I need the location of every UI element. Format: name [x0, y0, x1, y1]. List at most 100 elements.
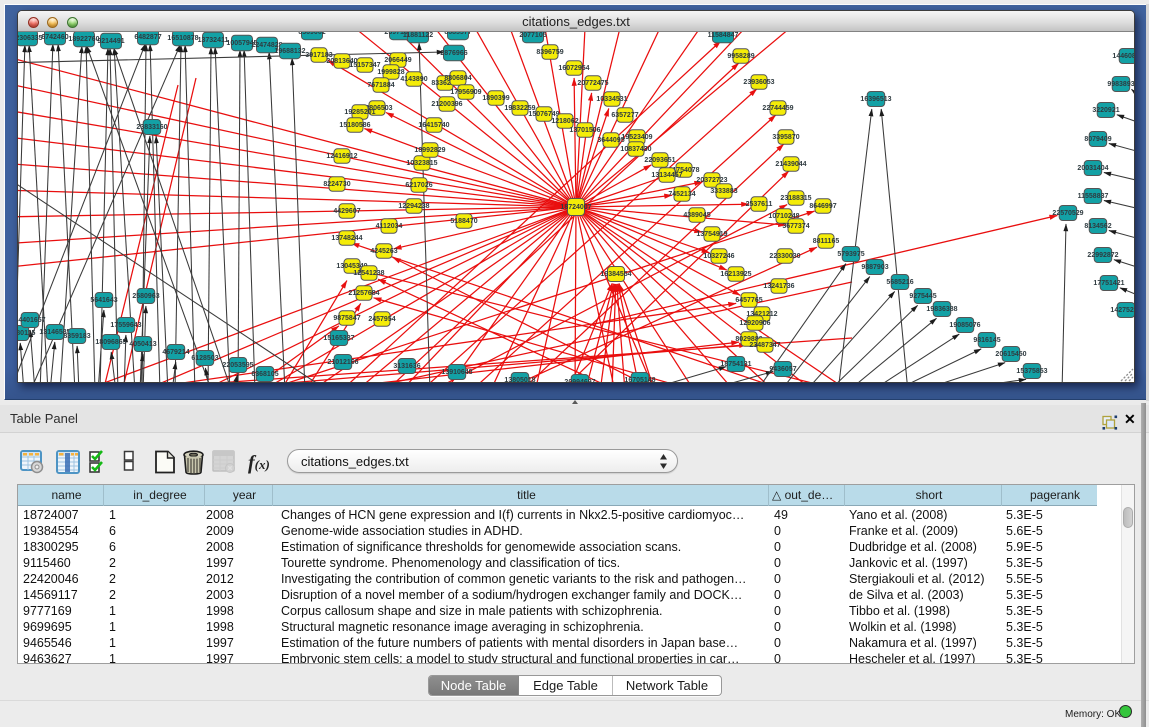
svg-text:20580115: 20580115 — [18, 330, 35, 337]
svg-text:5641643: 5641643 — [90, 297, 117, 304]
svg-text:13748244: 13748244 — [331, 235, 362, 242]
svg-text:2580963: 2580963 — [132, 293, 159, 300]
svg-text:21439044: 21439044 — [775, 161, 806, 168]
svg-text:13732411: 13732411 — [198, 37, 229, 44]
svg-text:9816145: 9816145 — [973, 337, 1000, 344]
svg-text:23936053: 23936053 — [743, 79, 774, 86]
svg-text:15180586: 15180586 — [339, 122, 370, 129]
svg-text:8134562: 8134562 — [1084, 223, 1111, 230]
svg-text:6457765: 6457765 — [735, 297, 762, 304]
svg-text:15157347: 15157347 — [349, 62, 380, 69]
svg-text:13754919: 13754919 — [696, 231, 727, 238]
svg-text:23487347: 23487347 — [749, 342, 780, 349]
svg-text:16415740: 16415740 — [418, 122, 449, 129]
svg-text:4679214: 4679214 — [162, 349, 189, 356]
svg-text:4245263: 4245263 — [370, 248, 397, 255]
svg-text:9275445: 9275445 — [909, 293, 936, 300]
svg-text:13701506: 13701506 — [569, 127, 600, 134]
svg-text:6368105: 6368105 — [251, 371, 278, 378]
svg-text:19085076: 19085076 — [949, 322, 980, 329]
svg-text:6217026: 6217026 — [405, 182, 432, 189]
svg-text:21012166: 21012166 — [327, 359, 358, 366]
svg-text:15076749: 15076749 — [528, 111, 559, 118]
svg-text:7452134: 7452134 — [668, 191, 695, 198]
svg-text:22093651: 22093651 — [644, 157, 675, 164]
svg-text:9958289: 9958289 — [727, 53, 754, 60]
svg-text:22992872: 22992872 — [1087, 252, 1118, 259]
svg-text:17956909: 17956909 — [450, 89, 481, 96]
svg-text:12541238: 12541238 — [353, 270, 384, 277]
svg-text:19688132: 19688132 — [274, 48, 305, 55]
svg-text:5685216: 5685216 — [886, 279, 913, 286]
svg-text:8646997: 8646997 — [809, 203, 836, 210]
svg-text:7671884: 7671884 — [367, 82, 394, 89]
svg-text:20031404: 20031404 — [1077, 165, 1108, 172]
svg-text:20615450: 20615450 — [995, 351, 1026, 358]
svg-text:9983893: 9983893 — [1107, 81, 1134, 88]
svg-text:18992829: 18992829 — [414, 147, 445, 154]
svg-text:8079409: 8079409 — [1084, 136, 1111, 143]
svg-text:3131636: 3131636 — [393, 363, 420, 370]
svg-text:9875847: 9875847 — [333, 315, 360, 322]
svg-text:2066449: 2066449 — [384, 57, 411, 64]
svg-text:22570529: 22570529 — [1052, 210, 1083, 217]
svg-text:8224730: 8224730 — [323, 181, 350, 188]
svg-text:11558837: 11558837 — [1078, 193, 1109, 200]
svg-text:9214491: 9214491 — [97, 38, 124, 45]
svg-text:3395870: 3395870 — [772, 134, 799, 141]
svg-text:2077105: 2077105 — [519, 32, 546, 39]
svg-text:1218062: 1218062 — [551, 118, 578, 125]
svg-text:8685577: 8685577 — [444, 32, 471, 36]
svg-text:4143890: 4143890 — [400, 76, 427, 83]
svg-text:22330030: 22330030 — [769, 253, 800, 260]
svg-text:16705148: 16705148 — [624, 377, 655, 382]
svg-text:8369062: 8369062 — [298, 32, 325, 36]
svg-text:14275203: 14275203 — [1110, 307, 1134, 314]
svg-text:20994697: 20994697 — [564, 379, 595, 382]
svg-text:22053595: 22053595 — [222, 362, 253, 369]
svg-text:16510878: 16510878 — [167, 35, 198, 42]
svg-text:18724007: 18724007 — [560, 204, 591, 211]
svg-text:8811165: 8811165 — [813, 238, 840, 245]
svg-text:23188315: 23188315 — [780, 195, 811, 202]
svg-text:11584847: 11584847 — [708, 32, 739, 39]
svg-text:4050413: 4050413 — [129, 341, 156, 348]
svg-text:18096865: 18096865 — [95, 339, 126, 346]
svg-text:4389045: 4389045 — [683, 212, 710, 219]
svg-text:20772475: 20772475 — [577, 80, 608, 87]
svg-text:9436057: 9436057 — [769, 366, 796, 373]
svg-text:20372723: 20372723 — [696, 177, 727, 184]
svg-text:5188470: 5188470 — [450, 218, 477, 225]
svg-text:3333883: 3333883 — [710, 188, 737, 195]
svg-text:13241736: 13241736 — [763, 283, 794, 290]
svg-text:17751421: 17751421 — [1093, 280, 1124, 287]
svg-text:16396513: 16396513 — [860, 96, 891, 103]
svg-text:14460856: 14460856 — [1112, 53, 1134, 60]
svg-text:22306335: 22306335 — [18, 35, 43, 42]
svg-text:12294238: 12294238 — [398, 203, 429, 210]
svg-text:8396759: 8396759 — [536, 49, 563, 56]
svg-text:23833160: 23833160 — [136, 124, 167, 131]
svg-text:2876966: 2876966 — [440, 50, 467, 57]
svg-text:4429607: 4429607 — [333, 208, 360, 215]
svg-text:19384554: 19384554 — [600, 271, 631, 278]
svg-text:16072954: 16072954 — [558, 65, 589, 72]
svg-text:16213925: 16213925 — [720, 271, 751, 278]
svg-text:15375853: 15375853 — [1016, 368, 1047, 375]
svg-text:6482877: 6482877 — [134, 34, 161, 41]
svg-text:10837430: 10837430 — [620, 146, 651, 153]
svg-text:19285201: 19285201 — [344, 109, 375, 116]
svg-text:17559643: 17559643 — [110, 322, 141, 329]
svg-text:6128503: 6128503 — [191, 355, 218, 362]
svg-text:6357277: 6357277 — [611, 112, 638, 119]
svg-text:10334531: 10334531 — [596, 96, 627, 103]
svg-text:13134457: 13134457 — [651, 172, 682, 179]
svg-text:2537611: 2537611 — [746, 201, 773, 208]
svg-text:8359183: 8359183 — [63, 333, 90, 340]
svg-text:4112034: 4112034 — [376, 223, 403, 230]
svg-text:21257684: 21257684 — [348, 290, 379, 297]
svg-text:12920906: 12920906 — [739, 320, 770, 327]
svg-text:18754131: 18754131 — [720, 361, 751, 368]
svg-text:13910648: 13910648 — [441, 369, 472, 376]
svg-text:22744459: 22744459 — [762, 105, 793, 112]
